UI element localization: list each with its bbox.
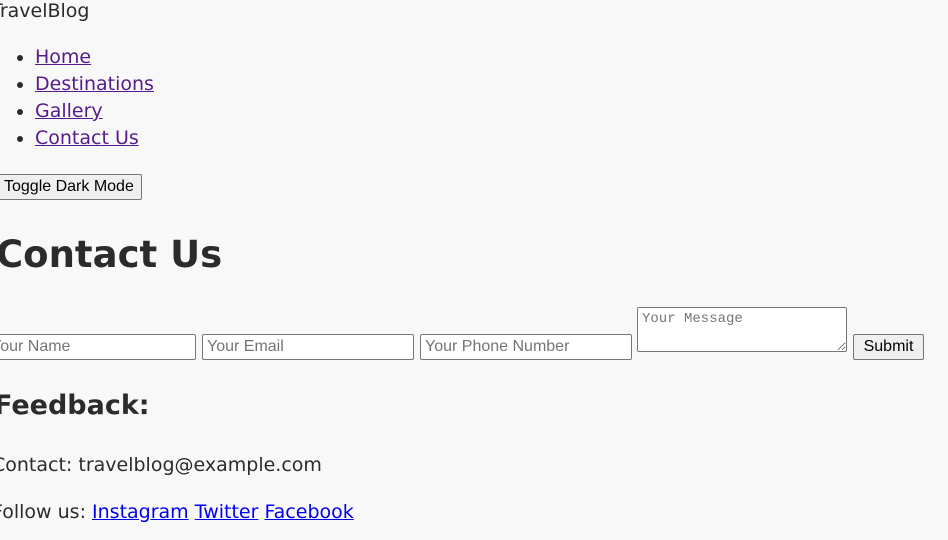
toggle-dark-mode-button[interactable]: Toggle Dark Mode <box>0 174 142 200</box>
page-title: Contact Us <box>0 233 223 276</box>
follow-us-label: Follow us: <box>0 501 86 523</box>
nav-item-home: Home <box>35 44 154 71</box>
nav-item-destinations: Destinations <box>35 71 154 98</box>
nav-item-contact: Contact Us <box>35 125 154 152</box>
site-brand: TravelBlog <box>0 0 90 22</box>
nav-link-destinations[interactable]: Destinations <box>35 73 154 95</box>
facebook-link[interactable]: Facebook <box>264 501 353 523</box>
nav-link-home[interactable]: Home <box>35 46 91 68</box>
email-input[interactable] <box>202 334 414 360</box>
page: TravelBlog Home Destinations Gallery Con… <box>0 0 948 540</box>
feedback-heading: Feedback: <box>0 390 150 421</box>
phone-input[interactable] <box>420 334 632 360</box>
message-textarea[interactable] <box>637 307 847 352</box>
instagram-link[interactable]: Instagram <box>92 501 189 523</box>
twitter-link[interactable]: Twitter <box>195 501 259 523</box>
contact-email-text: Contact: travelblog@example.com <box>0 454 322 476</box>
name-input[interactable] <box>0 334 196 360</box>
main-nav: Home Destinations Gallery Contact Us <box>0 44 154 152</box>
nav-item-gallery: Gallery <box>35 98 154 125</box>
nav-link-contact[interactable]: Contact Us <box>35 127 139 149</box>
nav-link-gallery[interactable]: Gallery <box>35 100 103 122</box>
submit-button[interactable]: Submit <box>853 334 924 360</box>
follow-us-line: Follow us: Instagram Twitter Facebook <box>0 500 354 524</box>
